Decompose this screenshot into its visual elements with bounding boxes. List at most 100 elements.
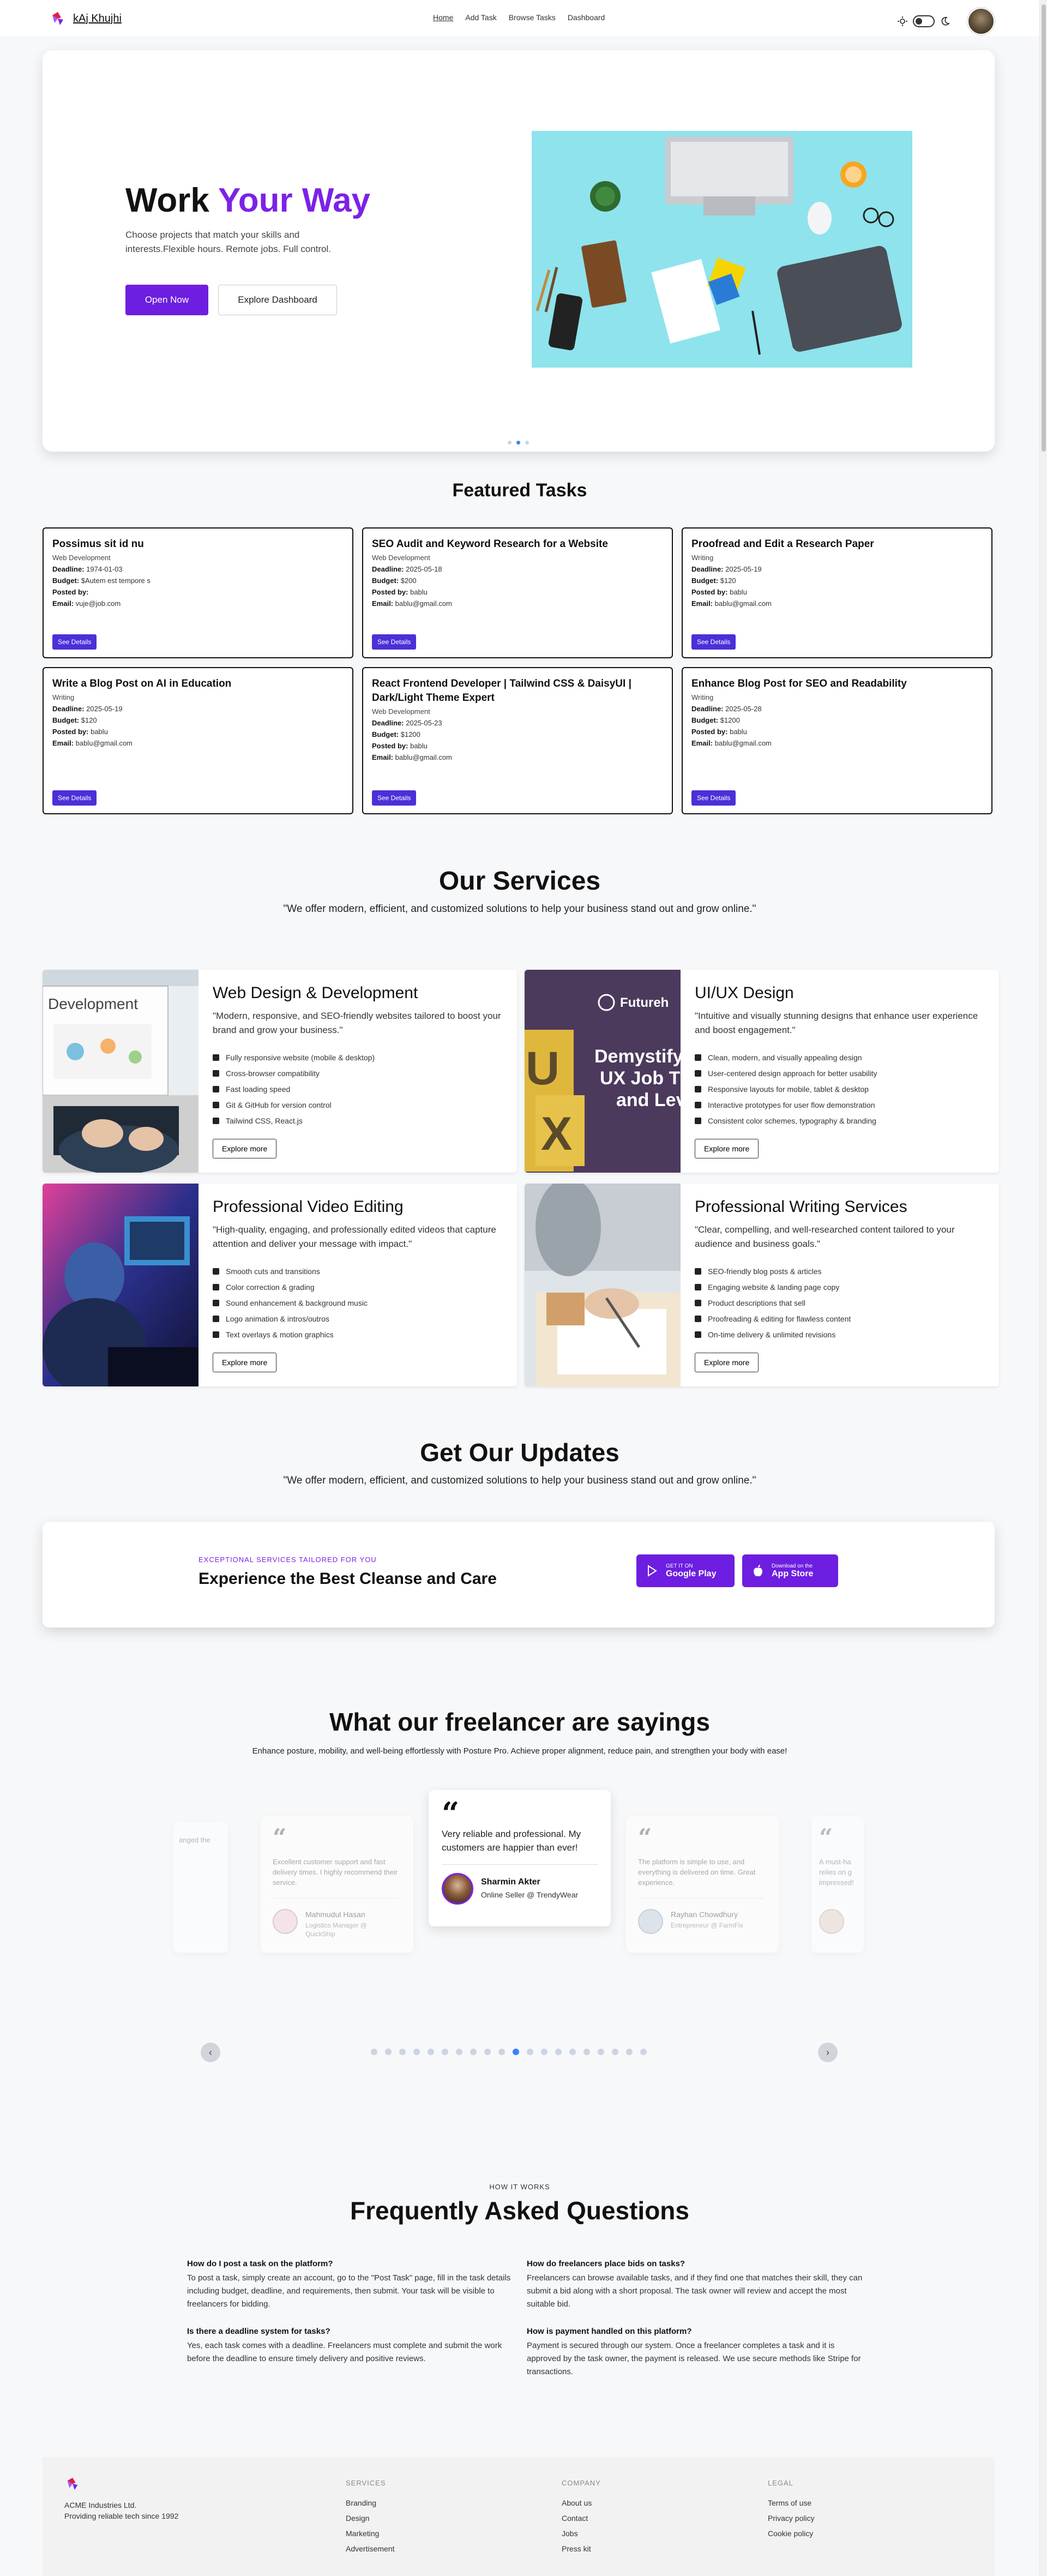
see-details-button[interactable]: See Details xyxy=(691,634,736,650)
see-details-button[interactable]: See Details xyxy=(52,790,97,806)
pagination-dot[interactable] xyxy=(626,2049,633,2055)
see-details-button[interactable]: See Details xyxy=(372,634,417,650)
footer-link[interactable]: Advertisement xyxy=(346,2544,394,2553)
pagination-dot[interactable] xyxy=(569,2049,576,2055)
faq-answer: Freelancers can browse available tasks, … xyxy=(527,2273,863,2309)
feature-item: Git & GitHub for version control xyxy=(213,1097,375,1113)
carousel-prev-button[interactable]: ‹ xyxy=(201,2043,220,2062)
service-image-video xyxy=(43,1184,198,1386)
checkbox-icon xyxy=(213,1085,219,1092)
pagination-dot-active[interactable] xyxy=(513,2049,519,2055)
checkbox-icon xyxy=(213,1070,219,1077)
task-budget: Budget: $1200 xyxy=(691,716,983,724)
pagination-dot[interactable] xyxy=(456,2049,462,2055)
field-value: 2025-05-23 xyxy=(406,719,442,727)
feature-item: SEO-friendly blog posts & articles xyxy=(695,1263,851,1279)
hero-dot[interactable] xyxy=(525,441,529,445)
services-title: Our Services xyxy=(438,867,601,896)
explore-more-button[interactable]: Explore more xyxy=(213,1353,277,1372)
theme-toggle[interactable] xyxy=(913,15,935,27)
pagination-dot[interactable] xyxy=(371,2049,377,2055)
pagination-dot[interactable] xyxy=(413,2049,420,2055)
feature-label: Fast loading speed xyxy=(226,1084,291,1094)
footer-link[interactable]: About us xyxy=(562,2499,592,2507)
pagination-dot[interactable] xyxy=(612,2049,618,2055)
pagination-dot[interactable] xyxy=(385,2049,392,2055)
pagination-dot[interactable] xyxy=(399,2049,406,2055)
nav-link-dashboard[interactable]: Dashboard xyxy=(568,13,605,22)
feature-item: Consistent color schemes, typography & b… xyxy=(695,1113,877,1128)
see-details-button[interactable]: See Details xyxy=(372,790,417,806)
service-card-video: Professional Video Editing "High-quality… xyxy=(43,1184,517,1386)
explore-more-button[interactable]: Explore more xyxy=(695,1353,759,1372)
footer-link[interactable]: Marketing xyxy=(346,2529,379,2538)
hero-dot-active[interactable] xyxy=(516,441,520,445)
pagination-dot[interactable] xyxy=(470,2049,477,2055)
feature-item: User-centered design approach for better… xyxy=(695,1065,877,1081)
field-value: 1974-01-03 xyxy=(86,565,123,573)
nav-link-add-task[interactable]: Add Task xyxy=(465,13,496,22)
app-store-button[interactable]: Download on the App Store xyxy=(742,1554,838,1587)
checkbox-icon xyxy=(213,1101,219,1108)
pagination-dot[interactable] xyxy=(583,2049,590,2055)
task-category: Web Development xyxy=(372,554,430,562)
footer-link[interactable]: Press kit xyxy=(562,2544,591,2553)
field-value: 2025-05-19 xyxy=(86,705,123,713)
footer-link[interactable]: Jobs xyxy=(562,2529,578,2538)
feature-label: Interactive prototypes for user flow dem… xyxy=(708,1100,875,1109)
task-deadline: Deadline: 2025-05-28 xyxy=(691,705,983,713)
pagination-dot[interactable] xyxy=(555,2049,562,2055)
feature-item: Interactive prototypes for user flow dem… xyxy=(695,1097,877,1113)
brand-name[interactable]: kAj Khujhi xyxy=(73,13,122,25)
field-value: $1200 xyxy=(400,730,420,738)
field-label: Budget: xyxy=(52,577,80,585)
service-image-line: and Lev xyxy=(616,1090,681,1110)
pagination-dot[interactable] xyxy=(598,2049,604,2055)
footer-link[interactable]: Terms of use xyxy=(768,2499,811,2507)
nav-link-home[interactable]: Home xyxy=(433,13,453,22)
hero-title: Work Your Way xyxy=(125,181,370,220)
explore-more-button[interactable]: Explore more xyxy=(213,1139,277,1158)
explore-more-button[interactable]: Explore more xyxy=(695,1139,759,1158)
pagination-dot[interactable] xyxy=(428,2049,434,2055)
explore-dashboard-button[interactable]: Explore Dashboard xyxy=(218,285,337,315)
field-value: bablu xyxy=(91,728,108,736)
checkbox-icon xyxy=(213,1283,219,1290)
hero-dot[interactable] xyxy=(508,441,512,445)
testimonial-pagination xyxy=(371,2049,647,2055)
carousel-next-button[interactable]: › xyxy=(818,2043,838,2062)
scrollbar-thumb[interactable] xyxy=(1042,4,1046,452)
pagination-dot[interactable] xyxy=(640,2049,647,2055)
footer-link[interactable]: Cookie policy xyxy=(768,2529,813,2538)
footer-link[interactable]: Branding xyxy=(346,2499,376,2507)
brand[interactable]: kAj Khujhi xyxy=(49,10,122,27)
pagination-dot[interactable] xyxy=(442,2049,448,2055)
pagination-dot[interactable] xyxy=(527,2049,533,2055)
faq-item: How do I post a task on the platform? To… xyxy=(187,2259,525,2311)
faq-eyebrow: HOW IT WORKS xyxy=(489,2183,550,2191)
task-category: Writing xyxy=(691,693,714,701)
nav-link-browse-tasks[interactable]: Browse Tasks xyxy=(509,13,556,22)
pagination-dot[interactable] xyxy=(541,2049,547,2055)
task-posted-by: Posted by: xyxy=(52,588,344,596)
pagination-dot[interactable] xyxy=(498,2049,505,2055)
task-deadline: Deadline: 2025-05-23 xyxy=(372,719,663,727)
task-budget: Budget: $1200 xyxy=(372,730,663,738)
open-now-button[interactable]: Open Now xyxy=(125,285,208,315)
feature-label: On-time delivery & unlimited revisions xyxy=(708,1330,836,1339)
page-scrollbar[interactable] xyxy=(1039,0,1047,2576)
see-details-button[interactable]: See Details xyxy=(52,634,97,650)
footer-link[interactable]: Design xyxy=(346,2514,370,2523)
pagination-dot[interactable] xyxy=(484,2049,491,2055)
field-label: Email: xyxy=(52,739,74,747)
footer-link[interactable]: Privacy policy xyxy=(768,2514,815,2523)
faq-question: How do I post a task on the platform? xyxy=(187,2259,333,2268)
google-play-button[interactable]: GET IT ON Google Play xyxy=(636,1554,735,1587)
service-title: UI/UX Design xyxy=(695,984,794,1002)
footer-link[interactable]: Contact xyxy=(562,2514,588,2523)
see-details-button[interactable]: See Details xyxy=(691,790,736,806)
task-posted-by: Posted by: bablu xyxy=(691,728,983,736)
feature-label: Fully responsive website (mobile & deskt… xyxy=(226,1053,375,1062)
testimonial-name: Sharmin Akter xyxy=(481,1877,540,1887)
user-avatar[interactable] xyxy=(967,8,995,35)
